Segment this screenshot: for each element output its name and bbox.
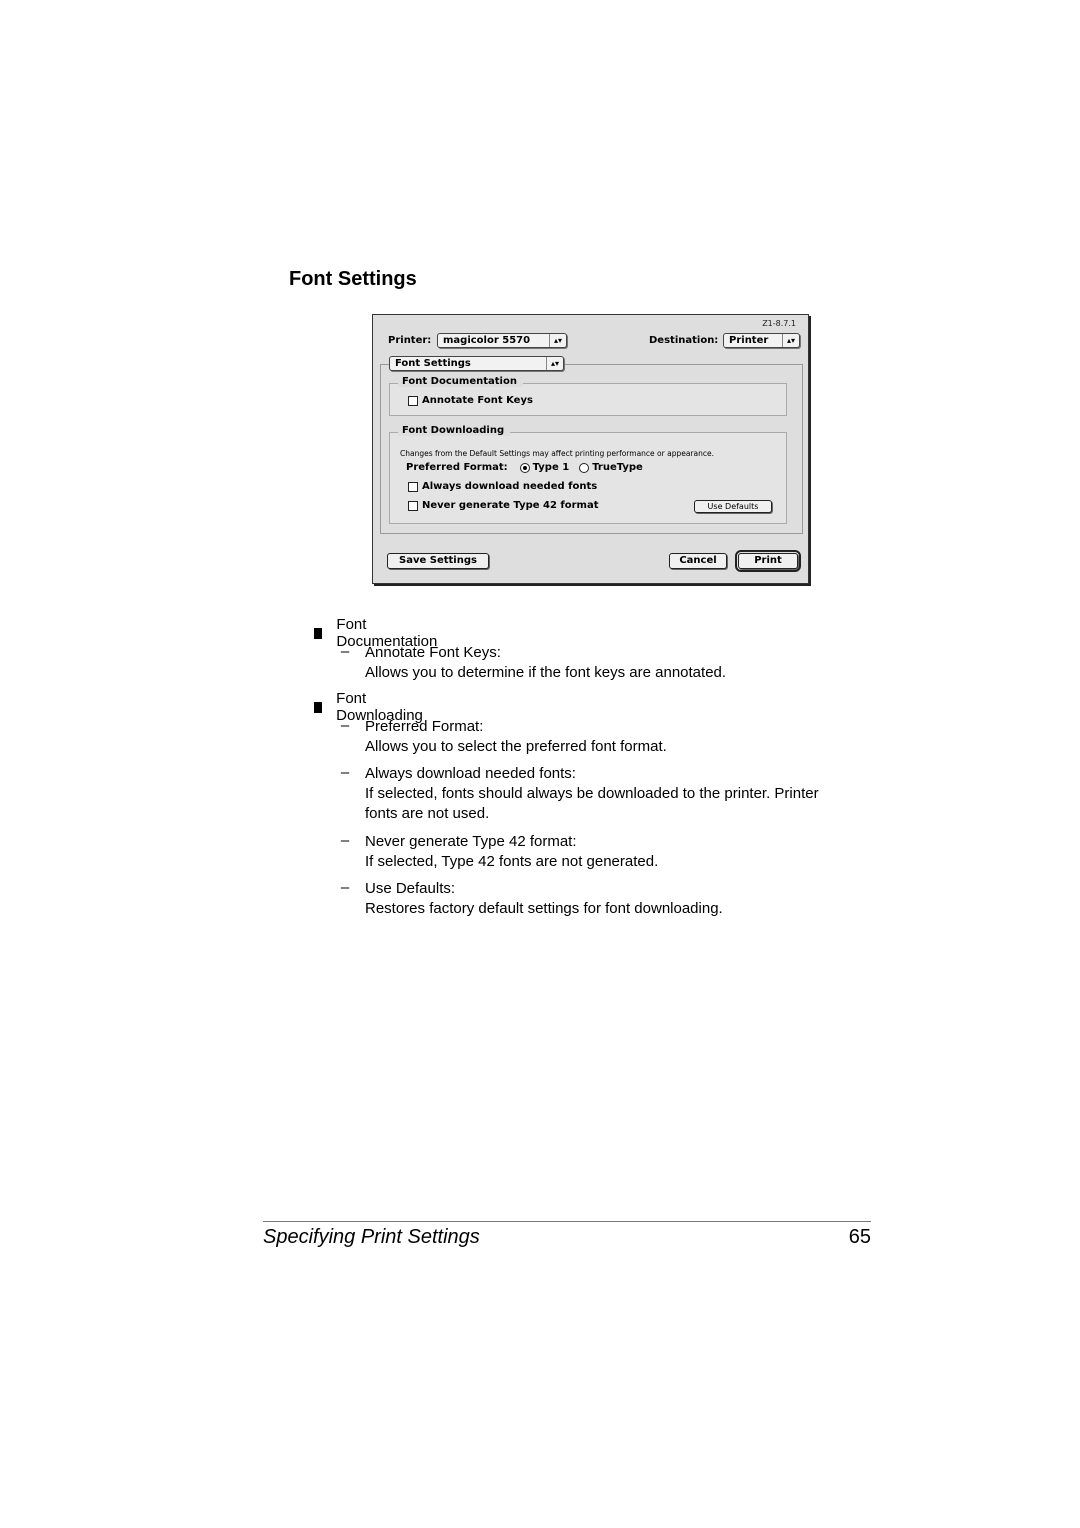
dash-icon: –: [340, 764, 350, 781]
bullet-square-icon: [314, 701, 323, 713]
always-download-checkbox[interactable]: Always download needed fonts: [408, 481, 597, 492]
preferred-format-row: Preferred Format: Type 1 TrueType: [406, 462, 653, 473]
updown-arrows-icon: ▴▾: [782, 334, 799, 347]
radio-unselected-icon: [579, 462, 590, 473]
item-term: Use Defaults:: [365, 880, 456, 897]
bullet-square-icon: [314, 627, 323, 639]
radio-selected-icon: [519, 462, 530, 473]
annotate-font-keys-label: Annotate Font Keys: [422, 395, 533, 406]
footer-divider: [263, 1221, 871, 1222]
item-desc: Allows you to select the preferred font …: [365, 738, 667, 755]
item-term: Annotate Font Keys:: [365, 644, 501, 661]
item-desc-continued: fonts are not used.: [365, 805, 490, 822]
destination-select[interactable]: Printer ▴▾: [723, 333, 800, 348]
defaults-note: Changes from the Default Settings may af…: [400, 449, 714, 458]
preferred-format-label: Preferred Format:: [406, 462, 508, 473]
item-desc: If selected, fonts should always be down…: [365, 785, 819, 802]
font-downloading-title: Font Downloading: [398, 425, 511, 436]
section-title: Font Settings: [289, 268, 417, 290]
item-desc: Allows you to determine if the font keys…: [365, 664, 727, 681]
truetype-label: TrueType: [592, 462, 643, 473]
dash-icon: –: [340, 879, 350, 896]
page-number: 65: [848, 1226, 871, 1248]
item-term: Never generate Type 42 format:: [365, 833, 577, 850]
cancel-button[interactable]: Cancel: [669, 553, 727, 569]
checkbox-icon: [408, 395, 418, 406]
font-documentation-title: Font Documentation: [398, 376, 523, 387]
panel-select-value: Font Settings: [395, 358, 471, 369]
destination-label: Destination:: [649, 335, 719, 346]
item-desc: If selected, Type 42 fonts are not gener…: [365, 853, 659, 870]
dash-icon: –: [340, 717, 350, 734]
dash-icon: –: [340, 832, 350, 849]
print-dialog: Z1-8.7.1 Printer: magicolor 5570 ▴▾ Dest…: [372, 314, 809, 584]
print-button[interactable]: Print: [735, 550, 801, 572]
always-download-label: Always download needed fonts: [422, 481, 598, 492]
updown-arrows-icon: ▴▾: [546, 357, 563, 370]
annotate-font-keys-checkbox[interactable]: Annotate Font Keys: [408, 395, 533, 406]
printer-select[interactable]: magicolor 5570 ▴▾: [437, 333, 567, 348]
never-type42-checkbox[interactable]: Never generate Type 42 format: [408, 500, 599, 511]
printer-select-value: magicolor 5570: [443, 335, 531, 346]
save-settings-button[interactable]: Save Settings: [387, 553, 489, 569]
item-term: Always download needed fonts:: [365, 765, 576, 782]
checkbox-icon: [408, 481, 418, 492]
dash-icon: –: [340, 643, 350, 660]
truetype-radio[interactable]: TrueType: [579, 462, 643, 473]
never-type42-label: Never generate Type 42 format: [422, 500, 599, 511]
panel-select[interactable]: Font Settings ▴▾: [389, 356, 564, 371]
font-downloading-group: Font Downloading Changes from the Defaul…: [389, 425, 787, 524]
checkbox-icon: [408, 500, 418, 511]
updown-arrows-icon: ▴▾: [549, 334, 566, 347]
font-documentation-group: Font Documentation Annotate Font Keys: [389, 376, 787, 416]
type1-radio[interactable]: Type 1: [519, 462, 570, 473]
item-desc: Restores factory default settings for fo…: [365, 900, 723, 917]
destination-select-value: Printer: [729, 335, 769, 346]
use-defaults-button[interactable]: Use Defaults: [694, 500, 772, 513]
version-label: Z1-8.7.1: [762, 319, 796, 328]
printer-label: Printer:: [388, 335, 432, 346]
type1-label: Type 1: [532, 462, 570, 473]
footer-title: Specifying Print Settings: [263, 1226, 480, 1248]
item-term: Preferred Format:: [365, 718, 484, 735]
